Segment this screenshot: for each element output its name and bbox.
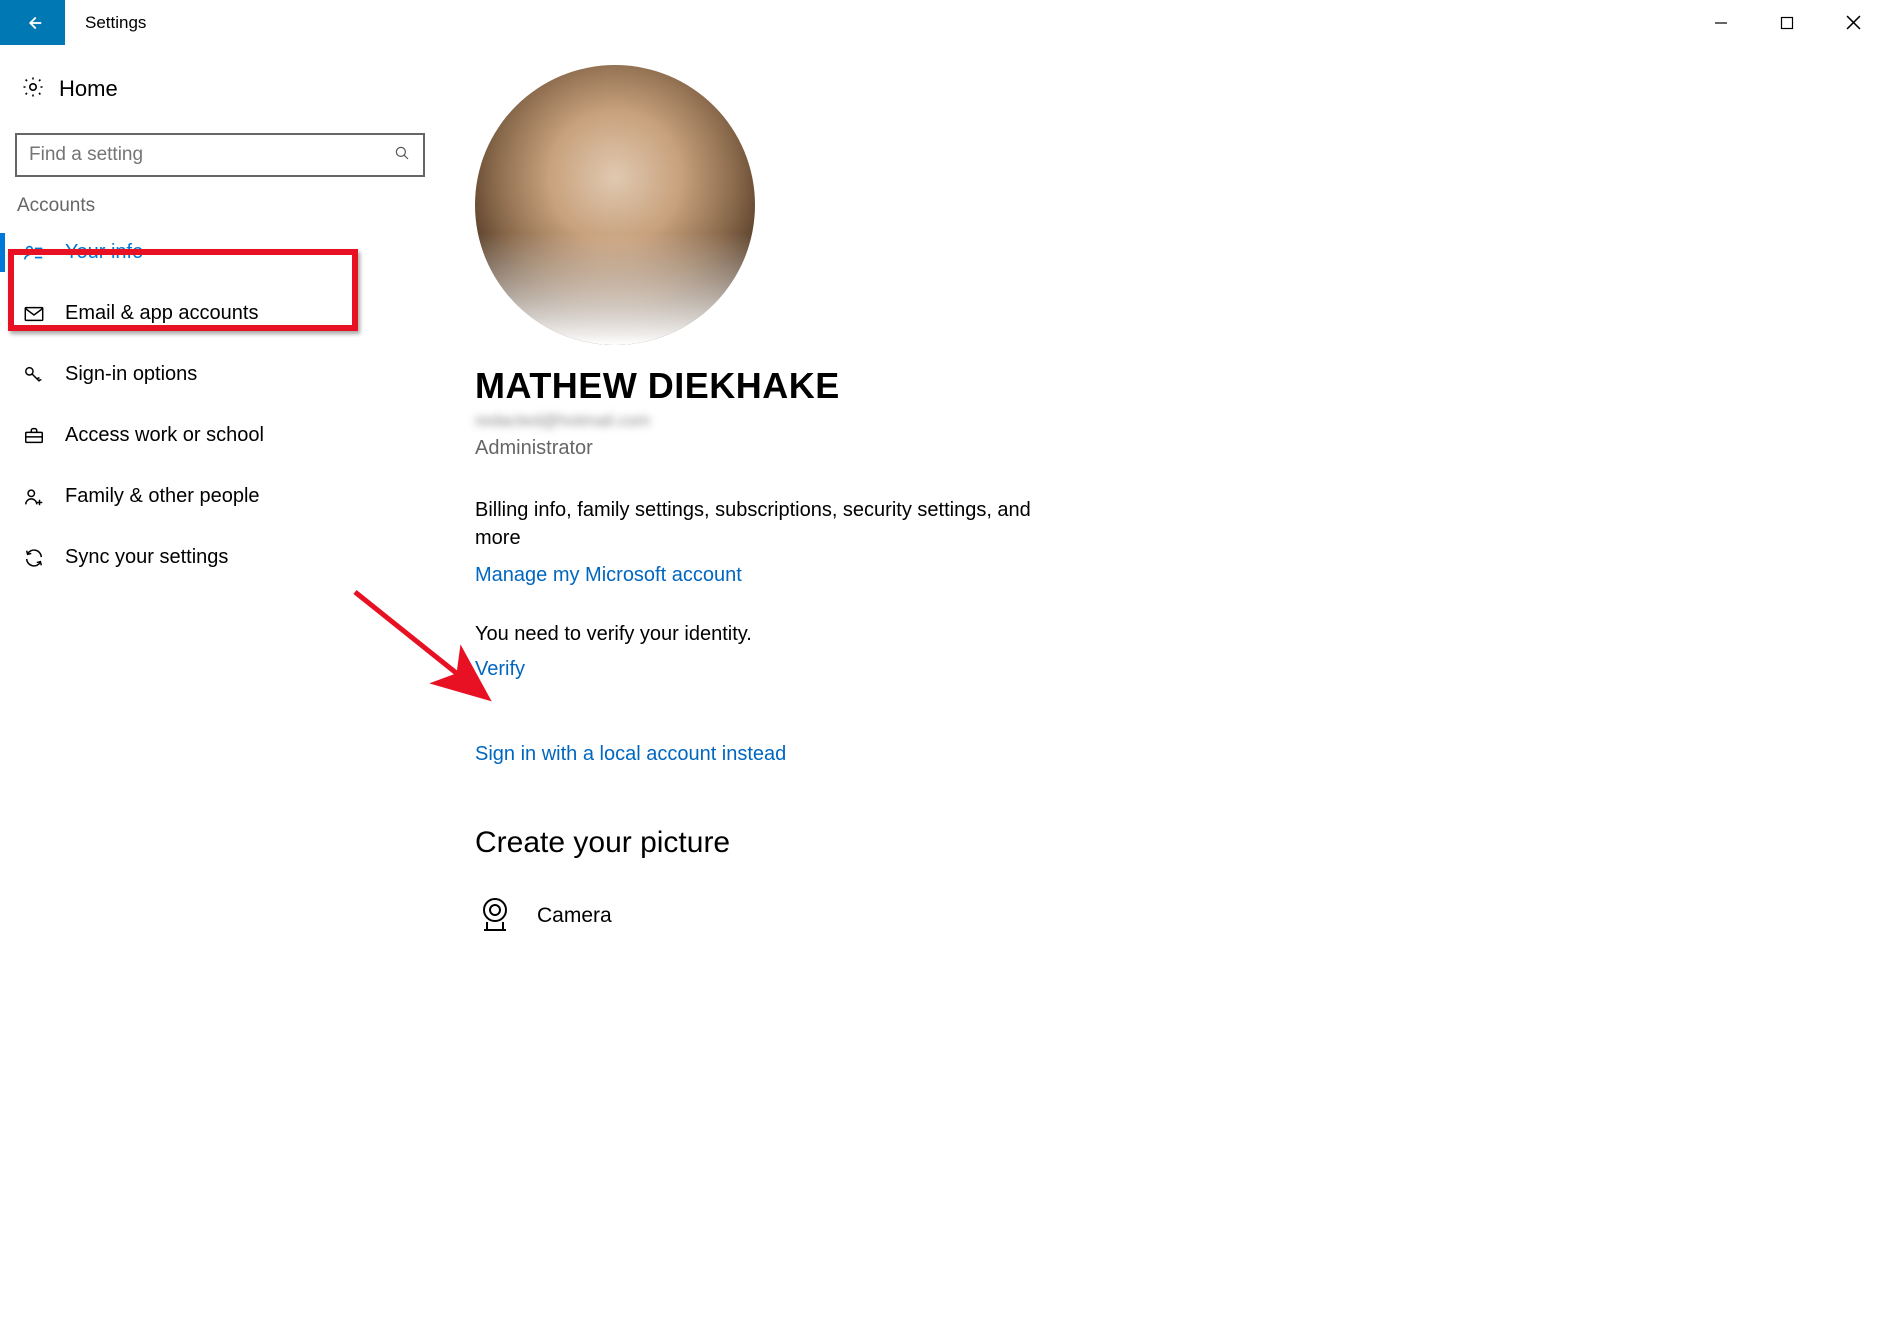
main-content: MATHEW DIEKHAKE redacted@hotmail.com Adm…	[440, 65, 1886, 938]
minimize-button[interactable]	[1688, 0, 1754, 45]
avatar	[475, 65, 755, 345]
sidebar-item-label: Sign-in options	[65, 363, 197, 386]
people-add-icon	[23, 486, 55, 508]
sidebar-item-label: Family & other people	[65, 485, 260, 508]
mail-icon	[23, 303, 55, 325]
home-label: Home	[59, 76, 118, 102]
sidebar-item-email-accounts[interactable]: Email & app accounts	[15, 288, 425, 339]
sidebar-item-label: Access work or school	[65, 424, 264, 447]
sidebar-item-family[interactable]: Family & other people	[15, 471, 425, 522]
home-link[interactable]: Home	[15, 65, 425, 113]
user-name: MATHEW DIEKHAKE	[475, 365, 1886, 407]
section-heading: Accounts	[17, 195, 425, 217]
verify-text: You need to verify your identity.	[475, 623, 1886, 646]
local-account-link[interactable]: Sign in with a local account instead	[475, 743, 786, 766]
close-button[interactable]	[1820, 0, 1886, 45]
person-list-icon	[23, 242, 55, 264]
maximize-icon	[1780, 16, 1794, 30]
maximize-button[interactable]	[1754, 0, 1820, 45]
sidebar-item-label: Your info	[65, 241, 143, 264]
search-box[interactable]	[15, 133, 425, 177]
account-description: Billing info, family settings, subscript…	[475, 496, 1065, 552]
sidebar: Home Accounts Your info Email & app acco…	[0, 65, 440, 938]
camera-icon	[475, 894, 515, 938]
titlebar: Settings	[0, 0, 1886, 45]
manage-account-link[interactable]: Manage my Microsoft account	[475, 564, 742, 587]
search-input[interactable]	[29, 144, 393, 166]
window-controls	[1688, 0, 1886, 45]
arrow-left-icon	[22, 12, 44, 34]
gear-icon	[21, 75, 51, 103]
verify-link[interactable]: Verify	[475, 658, 525, 681]
sidebar-item-sync[interactable]: Sync your settings	[15, 532, 425, 583]
picture-heading: Create your picture	[475, 826, 1886, 860]
camera-button[interactable]: Camera	[475, 894, 1886, 938]
sync-icon	[23, 547, 55, 569]
camera-label: Camera	[537, 904, 612, 928]
minimize-icon	[1714, 16, 1728, 30]
key-icon	[23, 364, 55, 386]
back-button[interactable]	[0, 0, 65, 45]
user-email: redacted@hotmail.com	[475, 411, 1886, 431]
search-icon	[393, 144, 411, 166]
sidebar-item-label: Email & app accounts	[65, 302, 258, 325]
briefcase-icon	[23, 425, 55, 447]
sidebar-item-label: Sync your settings	[65, 546, 228, 569]
user-role: Administrator	[475, 437, 1886, 460]
sidebar-item-your-info[interactable]: Your info	[15, 227, 425, 278]
window-title: Settings	[85, 13, 146, 33]
sidebar-item-signin-options[interactable]: Sign-in options	[15, 349, 425, 400]
sidebar-item-access-work[interactable]: Access work or school	[15, 410, 425, 461]
close-icon	[1846, 15, 1861, 30]
